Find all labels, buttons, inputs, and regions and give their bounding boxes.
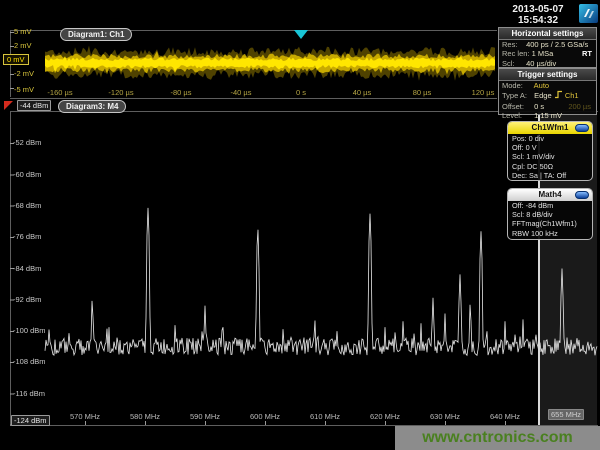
- d1-xlabel-0: -160 µs: [38, 88, 82, 97]
- d3-ylabel-6: -100 dBm: [13, 326, 46, 335]
- ch1-scl-row: Scl: 1 mV/div: [508, 152, 592, 161]
- scl-label: Scl:: [502, 59, 524, 68]
- math4-fft-row: FFTmag(Ch1Wfm1): [508, 219, 592, 228]
- scl-value: 40 µs/div: [526, 59, 556, 68]
- time-text: 15:54:32: [500, 15, 576, 26]
- rs-logo: [579, 4, 598, 28]
- watermark-text: www.cntronics.com: [422, 429, 573, 446]
- resolution-row[interactable]: Res: 400 ps / 2.5 GSa/s: [499, 40, 596, 49]
- trigger-offset-row[interactable]: Offset: 0 s 200 µs: [499, 102, 596, 111]
- edge-trigger-icon: [554, 90, 563, 101]
- tab-diagram3[interactable]: Diagram3: M4: [58, 100, 126, 113]
- record-length-row[interactable]: Rec len: 1 MSa RT: [499, 49, 596, 58]
- d3-xlabel-6: 630 MHz: [423, 412, 467, 421]
- ch1wfm1-title: Ch1Wfm1: [532, 123, 569, 132]
- level-value: 1.15 mV: [534, 111, 562, 120]
- trigger-settings-panel: Trigger settings Mode: Auto Type A: Edge…: [498, 68, 597, 115]
- res-label: Res:: [502, 40, 524, 49]
- ch1-cpl-row: Cpl: DC 50Ω: [508, 162, 592, 171]
- diagram3-x-ticks: [85, 421, 507, 425]
- d1-xlabel-6: 80 µs: [400, 88, 444, 97]
- d3-xlabel-0: 570 MHz: [63, 412, 107, 421]
- math4-scl-row: Scl: 8 dB/div: [508, 210, 592, 219]
- d3-xlabel-7: 640 MHz: [483, 412, 527, 421]
- ch1-dec-row: Dec: Sa | TA: Off: [508, 171, 592, 180]
- d3-ylabel-5: -92 dBm: [13, 295, 41, 304]
- ch1wfm1-header[interactable]: Ch1Wfm1: [508, 122, 592, 134]
- d1-ylabel-m5mv: -5 mV: [14, 85, 34, 94]
- trigger-position-marker[interactable]: [294, 30, 308, 39]
- type-label: Type A:: [502, 91, 532, 100]
- res-value: 400 ps / 2.5 GSa/s: [526, 40, 588, 49]
- d3-xlabel-5: 620 MHz: [363, 412, 407, 421]
- trigger-source: Ch1: [565, 91, 579, 100]
- d1-ylabel-2mv: 2 mV: [14, 41, 32, 50]
- diagram3-y-ticks: [10, 143, 14, 426]
- date-text: 2013-05-07: [500, 4, 576, 15]
- tab-diagram1[interactable]: Diagram1: Ch1: [60, 28, 132, 41]
- d1-xlabel-2: -80 µs: [159, 88, 203, 97]
- spectrum-right-edge-label: 655 MHz: [548, 409, 584, 420]
- realtime-badge: RT: [582, 49, 592, 58]
- d1-xlabel-3: -40 µs: [219, 88, 263, 97]
- reclen-label: Rec len:: [502, 49, 530, 58]
- d3-ylabel-8: -116 dBm: [13, 389, 45, 398]
- trigger-mode-row[interactable]: Mode: Auto: [499, 81, 596, 90]
- ch1-off-row: Off: 0 V: [508, 143, 592, 152]
- ch1wfm1-signal-box[interactable]: Ch1Wfm1 Pos: 0 div Off: 0 V Scl: 1 mV/di…: [507, 121, 593, 181]
- math4-signal-box[interactable]: Math4 Off: -84 dBm Scl: 8 dB/div FFTmag(…: [507, 188, 593, 240]
- math4-title: Math4: [538, 190, 561, 199]
- d1-xlabel-5: 40 µs: [340, 88, 384, 97]
- mode-label: Mode:: [502, 81, 532, 90]
- trigger-settings-title: Trigger settings: [499, 69, 596, 81]
- d3-xlabel-1: 580 MHz: [123, 412, 167, 421]
- d1-xlabel-1: -120 µs: [99, 88, 143, 97]
- mode-value: Auto: [534, 81, 549, 90]
- d1-ylabel-5mv: 5 mV: [14, 27, 32, 36]
- d1-xlabel-4: 0 s: [279, 88, 323, 97]
- horizontal-settings-title: Horizontal settings: [499, 28, 596, 40]
- trigger-type-row[interactable]: Type A: Edge Ch1: [499, 90, 596, 101]
- timescale-row[interactable]: Scl: 40 µs/div: [499, 59, 596, 68]
- d3-ylabel-7: -108 dBm: [13, 357, 46, 366]
- ch1-pos-row: Pos: 0 div: [508, 134, 592, 143]
- ch1wfm1-minimize-toggle[interactable]: [575, 124, 589, 132]
- oscilloscope-screen: Diagram1: Ch1 5 mV 2 mV 0 mV -2 mV -5 mV…: [0, 0, 600, 450]
- d3-xlabel-4: 610 MHz: [303, 412, 347, 421]
- d3-ylabel-4: -84 dBm: [13, 264, 41, 273]
- math4-header[interactable]: Math4: [508, 189, 592, 201]
- math4-off-row: Off: -84 dBm: [508, 201, 592, 210]
- d1-ylabel-m2mv: -2 mV: [14, 69, 34, 78]
- datetime-display: 2013-05-07 15:54:32: [500, 4, 576, 26]
- d3-xlabel-2: 590 MHz: [183, 412, 227, 421]
- reclen-value: 1 MSa: [532, 49, 554, 58]
- spectrum-bottom-ref-label[interactable]: -124 dBm: [11, 415, 50, 426]
- offset-value: 0 s: [534, 102, 544, 111]
- math4-minimize-toggle[interactable]: [575, 191, 589, 199]
- math4-rbw-row: RBW 100 kHz: [508, 229, 592, 238]
- type-value: Edge: [534, 91, 552, 100]
- offset-label: Offset:: [502, 102, 532, 111]
- spectrum-top-ref-label[interactable]: -44 dBm: [17, 100, 51, 111]
- level-label: Level:: [502, 111, 532, 120]
- horizontal-settings-panel: Horizontal settings Res: 400 ps / 2.5 GS…: [498, 27, 597, 68]
- d3-ylabel-0: -52 dBm: [13, 138, 41, 147]
- ch1-offset-marker[interactable]: 0 mV: [3, 54, 29, 65]
- clipping-indicator-icon: [4, 101, 13, 110]
- d3-ylabel-2: -68 dBm: [13, 201, 41, 210]
- diagram1-bottom-border: [10, 98, 497, 99]
- offset-ghost-value: 200 µs: [568, 102, 591, 111]
- d3-ylabel-3: -76 dBm: [13, 232, 41, 241]
- watermark-banner: www.cntronics.com: [395, 426, 600, 450]
- d3-xlabel-3: 600 MHz: [243, 412, 287, 421]
- trigger-level-row[interactable]: Level: 1.15 mV: [499, 111, 596, 120]
- d3-ylabel-1: -60 dBm: [13, 170, 41, 179]
